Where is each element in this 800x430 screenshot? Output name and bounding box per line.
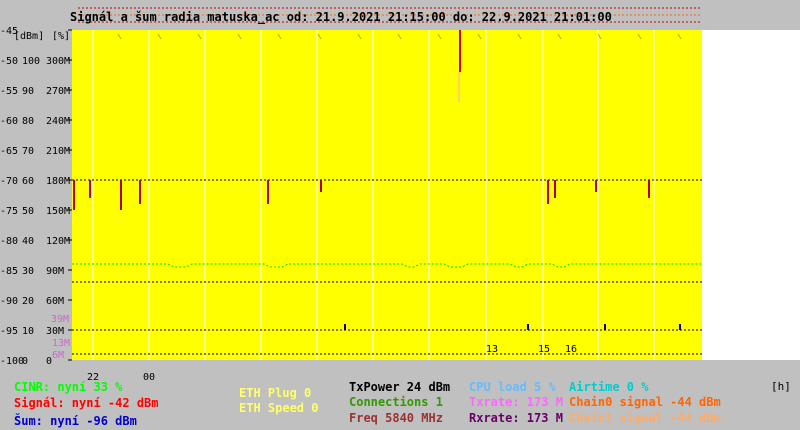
y-tick-dbm: -70 — [0, 176, 18, 187]
x-tick-label: 00 — [143, 372, 155, 383]
future-area — [702, 30, 800, 360]
legend-airtime-text: Airtime 0 % — [569, 380, 649, 394]
legend-eth-speed-text: ETH Speed 0 — [239, 401, 319, 415]
legend-eth-speed: ETH Speed 0 — [239, 401, 318, 415]
legend-txrate: Txrate: 173 M — [469, 395, 563, 409]
y-tick-rate: 60M — [46, 296, 64, 307]
y-tick-pct: 0 — [22, 356, 28, 367]
y-tick-rate: 300M — [46, 56, 70, 67]
legend-rxrate: Rxrate: 173 M — [469, 411, 563, 425]
x-tick-label: 13 — [486, 344, 498, 355]
y-tick-pct: 60 — [22, 176, 34, 187]
y-tick-dbm: -80 — [0, 236, 18, 247]
legend-eth-plug: ETH Plug 0 — [239, 386, 311, 400]
chart-title: Signál a šum radia matuska_ac od: 21.9.2… — [70, 10, 612, 24]
hours-unit-label: [h] — [771, 380, 791, 393]
legend-noise-text: Šum: nyní -96 dBm — [14, 414, 137, 428]
y-tick-rate: 120M — [46, 236, 70, 247]
plot-area — [72, 30, 702, 360]
y-tick-rate-low: 39M — [51, 314, 69, 325]
y-tick-rate: 150M — [46, 206, 70, 217]
y-tick-rate: 90M — [46, 266, 64, 277]
y-tick-dbm: -90 — [0, 296, 18, 307]
y-tick-pct: 40 — [22, 236, 34, 247]
legend-signal: Signál: nyní -42 dBm — [14, 396, 159, 410]
y-tick-pct: 70 — [22, 146, 34, 157]
legend-signal-text: Signál: nyní -42 dBm — [14, 396, 159, 410]
y-tick-rate: 180M — [46, 176, 70, 187]
legend-noise: Šum: nyní -96 dBm — [14, 414, 137, 428]
legend-cpu: CPU load 5 % — [469, 380, 556, 394]
signal-noise-chart: [dBm] [%] -45 -50 -55 -60 -65 -70 -75 -80 -85 -90 -9… — [0, 7, 800, 383]
legend-connections-text: Connections 1 — [349, 395, 443, 409]
legend-txrate-text: Txrate: 173 M — [469, 395, 563, 409]
legend-freq: Freq 5840 MHz — [349, 411, 443, 425]
y-tick-pct: 100 — [22, 56, 40, 67]
y-tick-dbm: -60 — [0, 116, 18, 127]
legend-chain1: Chain1 signal -44 dBm — [569, 411, 721, 425]
x-tick-label: 16 — [565, 344, 577, 355]
y-tick-rate: 30M — [46, 326, 64, 337]
y-tick-dbm: -55 — [0, 86, 18, 97]
dbm-unit-label: [dBm] — [14, 31, 44, 42]
y-tick-pct: 30 — [22, 266, 34, 277]
y-tick-dbm: -100 — [0, 356, 24, 367]
legend-rxrate-text: Rxrate: 173 M — [469, 411, 563, 425]
y-tick-dbm: -85 — [0, 266, 18, 277]
y-tick-rate: 240M — [46, 116, 70, 127]
legend-airtime: Airtime 0 % — [569, 380, 648, 394]
legend-eth-plug-text: ETH Plug 0 — [239, 386, 312, 400]
y-tick-dbm: -65 — [0, 146, 18, 157]
legend-chain0: Chain0 signal -44 dBm — [569, 395, 721, 409]
pct-unit-label: [%] — [52, 31, 70, 42]
hours-unit-text: [h] — [771, 380, 791, 393]
legend-chain1-text: Chain1 signal -44 dBm — [569, 411, 721, 425]
y-tick-dbm: -50 — [0, 56, 18, 67]
y-tick-dbm: -75 — [0, 206, 18, 217]
y-tick-dbm: -95 — [0, 326, 18, 337]
legend-cinr: CINR: nyní 33 % — [14, 380, 122, 394]
y-tick-pct: 90 — [22, 86, 34, 97]
y-tick-pct: 50 — [22, 206, 34, 217]
legend-txpower: TxPower 24 dBm — [349, 380, 450, 394]
legend-txpower-text: TxPower 24 dBm — [349, 380, 451, 394]
y-tick-rate-low: 6M — [52, 350, 64, 361]
legend-connections: Connections 1 — [349, 395, 443, 409]
y-tick-rate: 210M — [46, 146, 70, 157]
y-tick-pct: 20 — [22, 296, 34, 307]
chart-stage: [dBm] [%] -45 -50 -55 -60 -65 -70 -75 -80 -85 -90 -9… — [0, 0, 800, 430]
legend-freq-text: Freq 5840 MHz — [349, 411, 443, 425]
x-tick-label: 15 — [538, 344, 550, 355]
legend-cinr-text: CINR: nyní 33 % — [14, 380, 123, 394]
y-tick-dbm: -45 — [0, 26, 18, 37]
y-tick-rate: 270M — [46, 86, 70, 97]
legend-chain0-text: Chain0 signal -44 dBm — [569, 395, 721, 409]
y-tick-pct: 80 — [22, 116, 34, 127]
y-tick-pct: 10 — [22, 326, 34, 337]
legend-cpu-text: CPU load 5 % — [469, 380, 556, 394]
y-tick-rate-low: 13M — [52, 338, 70, 349]
